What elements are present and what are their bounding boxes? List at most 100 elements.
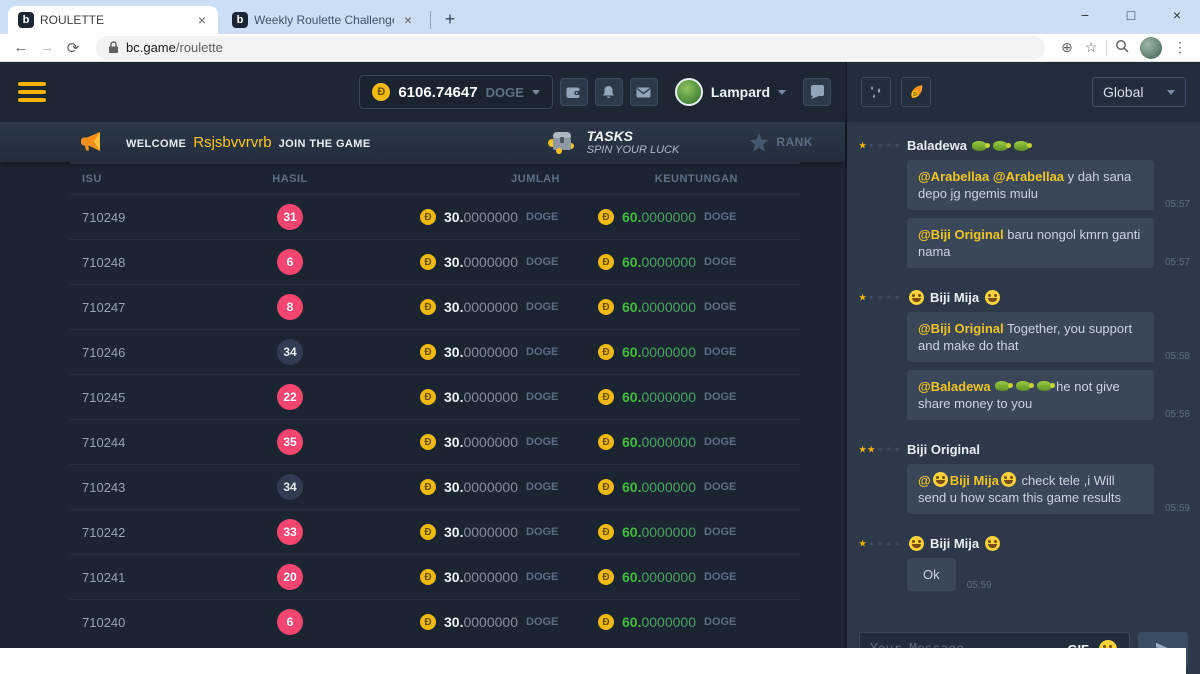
svg-text:D: D	[913, 92, 917, 98]
bet-id: 710243	[82, 480, 252, 495]
channel-label: Global	[1103, 84, 1143, 100]
browser-menu-icon[interactable]: ⋮	[1168, 39, 1192, 56]
tab-roulette[interactable]: b ROULETTE ×	[8, 6, 218, 34]
tab-close-icon[interactable]: ×	[400, 12, 416, 28]
site-header: Ð 6106.74647 DOGE	[0, 62, 845, 122]
balance-amount: 6106.74647	[398, 84, 477, 101]
fireball-icon: D	[907, 83, 925, 101]
tab-close-icon[interactable]: ×	[194, 12, 210, 28]
doge-coin-icon: Ð	[420, 299, 436, 315]
rank-widget[interactable]: RANK	[749, 133, 813, 152]
table-row: 710247 8 Ð30.0000000DOGE Ð60.0000000DOGE	[70, 284, 800, 329]
tab-title: Weekly Roulette Challenge - Win	[254, 13, 394, 27]
chat-message-group: ★★★★★ Biji Original @Biji Mija check tel…	[859, 440, 1190, 522]
bookmark-star-icon[interactable]: ☆	[1079, 39, 1103, 56]
close-button[interactable]: ×	[1154, 0, 1200, 30]
wallet-button[interactable]	[560, 78, 588, 106]
address-bar[interactable]: bc.game/roulette	[96, 36, 1045, 60]
user-rating: ★★★★★	[859, 293, 907, 302]
chat-messages: ★★★★★ Baladewa @Arabellaa @Arabellaa	[847, 122, 1200, 624]
result-badge: 35	[277, 429, 303, 455]
zoom-page-icon[interactable]: ⊕	[1055, 39, 1079, 56]
tab-weekly-challenge[interactable]: b Weekly Roulette Challenge - Win ×	[222, 6, 424, 34]
search-icon[interactable]	[1110, 39, 1134, 56]
chat-message-group: ★★★★★ Baladewa @Arabellaa @Arabellaa	[859, 136, 1190, 276]
chat-timestamp: 05:59	[956, 580, 992, 591]
doge-coin-icon: Ð	[598, 344, 614, 360]
currency-label: DOGE	[526, 211, 560, 223]
bottom-white-overlay	[0, 648, 1186, 674]
chat-mention[interactable]: @Biji Original	[918, 227, 1004, 242]
minimize-button[interactable]: −	[1062, 0, 1108, 30]
currency-label: DOGE	[526, 526, 560, 538]
table-row: 710242 33 Ð30.0000000DOGE Ð60.0000000DOG…	[70, 509, 800, 554]
chat-username[interactable]: Baladewa	[907, 138, 1190, 153]
chat-mention[interactable]: @Biji Mija	[918, 473, 1018, 488]
result-badge: 33	[277, 519, 303, 545]
treasure-chest-icon	[547, 129, 577, 155]
toolbar-separator	[1106, 40, 1107, 56]
balance-currency: DOGE	[486, 85, 524, 100]
chat-timestamp: 05:59	[1154, 503, 1190, 514]
bet-profit: Ð60.0000000DOGE	[564, 479, 800, 495]
bet-amount: Ð30.0000000DOGE	[328, 479, 564, 495]
result-badge: 22	[277, 384, 303, 410]
bet-profit: Ð60.0000000DOGE	[564, 389, 800, 405]
result-badge: 34	[277, 339, 303, 365]
currency-label: DOGE	[526, 616, 560, 628]
currency-label: DOGE	[704, 211, 738, 223]
bet-id: 710241	[82, 570, 252, 585]
bet-id: 710247	[82, 300, 252, 315]
doge-coin-icon: Ð	[598, 524, 614, 540]
chat-toggle-button[interactable]	[803, 78, 831, 106]
chat-mention[interactable]: @Biji Original	[918, 321, 1004, 336]
tasks-widget[interactable]: TASKS SPIN YOUR LUCK	[547, 128, 680, 156]
doge-coin-icon: Ð	[598, 479, 614, 495]
reload-icon[interactable]: ⟳	[60, 39, 86, 57]
bet-amount: Ð30.0000000DOGE	[328, 569, 564, 585]
bet-amount: Ð30.0000000DOGE	[328, 389, 564, 405]
chat-mention[interactable]: @Arabellaa @Arabellaa	[918, 169, 1064, 184]
browser-profile-avatar[interactable]	[1140, 37, 1162, 59]
chat-message-group: ★★★★★ Biji Mija @Biji Original Together,…	[859, 288, 1190, 428]
doge-coin-icon: Ð	[420, 209, 436, 225]
wallet-icon	[566, 86, 581, 99]
coin-drop-button[interactable]: D	[901, 77, 931, 107]
chat-bubble: @Biji Original Together, you support and…	[907, 312, 1154, 362]
currency-label: DOGE	[526, 301, 560, 313]
col-header-jumlah: JUMLAH	[328, 173, 564, 185]
back-icon[interactable]: ←	[8, 39, 34, 56]
balance-selector[interactable]: Ð 6106.74647 DOGE	[359, 75, 553, 109]
currency-label: DOGE	[526, 436, 560, 448]
chat-header: D Global	[847, 62, 1200, 122]
chat-mention[interactable]: @Baladewa	[918, 379, 991, 394]
chat-username[interactable]: Biji Original	[907, 442, 1190, 457]
turtle-badge-icon	[1016, 381, 1031, 391]
forward-icon[interactable]: →	[34, 39, 60, 56]
table-row: 710245 22 Ð30.0000000DOGE Ð60.0000000DOG…	[70, 374, 800, 419]
maximize-button[interactable]: □	[1108, 0, 1154, 30]
chevron-down-icon	[532, 90, 540, 95]
chat-message-group: ★★★★★ Biji Mija Ok 05:59	[859, 534, 1190, 599]
rain-drops-icon	[868, 84, 884, 100]
bet-profit: Ð60.0000000DOGE	[564, 299, 800, 315]
chat-username[interactable]: Biji Mija	[907, 290, 1190, 305]
messages-button[interactable]	[630, 78, 658, 106]
new-tab-button[interactable]: +	[437, 6, 463, 32]
table-row: 710248 6 Ð30.0000000DOGE Ð60.0000000DOGE	[70, 239, 800, 284]
bet-amount: Ð30.0000000DOGE	[328, 434, 564, 450]
user-menu[interactable]: Lampard	[675, 78, 786, 106]
notifications-button[interactable]	[595, 78, 623, 106]
rain-button[interactable]	[861, 77, 891, 107]
currency-label: DOGE	[526, 481, 560, 493]
table-row: 710244 35 Ð30.0000000DOGE Ð60.0000000DOG…	[70, 419, 800, 464]
chat-username[interactable]: Biji Mija	[907, 536, 1190, 551]
doge-coin-icon: Ð	[420, 389, 436, 405]
chat-bubble: @Biji Mija check tele ,i Will send u how…	[907, 464, 1154, 514]
menu-hamburger-icon[interactable]	[18, 78, 46, 107]
result-badge: 20	[277, 564, 303, 590]
bet-amount: Ð30.0000000DOGE	[328, 299, 564, 315]
doge-coin-icon: Ð	[420, 569, 436, 585]
channel-select[interactable]: Global	[1092, 77, 1186, 107]
table-row: 710246 34 Ð30.0000000DOGE Ð60.0000000DOG…	[70, 329, 800, 374]
